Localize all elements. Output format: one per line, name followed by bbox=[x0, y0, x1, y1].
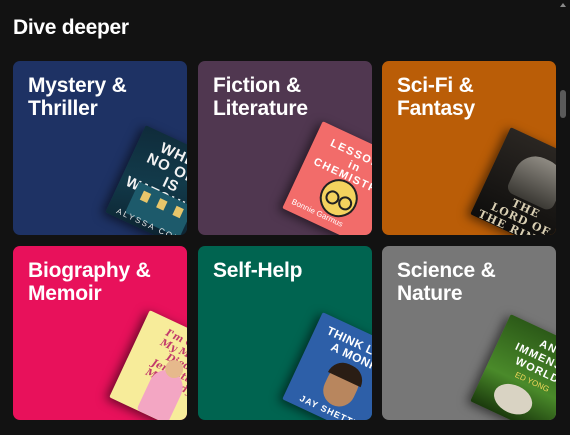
book-cover-lessons-in-chemistry: LESSONS in CHEMISTRY Bonnie Garmus bbox=[282, 121, 372, 235]
genre-card-label: Science & Nature bbox=[397, 259, 496, 305]
book-cover-lord-of-the-rings: THE LORD OF THE RINGS bbox=[470, 127, 556, 235]
book-cover-im-glad-my-mom-died: I'm Glad My Mom Died Jennette McCurdy bbox=[109, 310, 187, 420]
genre-card-biography-memoir[interactable]: Biography & Memoir I'm Glad My Mom Died … bbox=[13, 246, 187, 420]
book-cover-think-like-a-monk: THINK LIKE A MONK JAY SHETTY bbox=[282, 312, 372, 420]
scrollbar[interactable] bbox=[556, 0, 570, 435]
scrollbar-thumb[interactable] bbox=[560, 90, 566, 118]
book-cover-when-no-one-is-watching: WHEN NO ONE IS WATCHING ALYSSA COLE bbox=[105, 125, 187, 235]
genre-card-label: Sci-Fi & Fantasy bbox=[397, 74, 475, 120]
genre-card-label: Mystery & Thriller bbox=[28, 74, 127, 120]
section-title: Dive deeper bbox=[13, 16, 129, 39]
genre-card-fiction-literature[interactable]: Fiction & Literature LESSONS in CHEMISTR… bbox=[198, 61, 372, 235]
genre-card-label: Self-Help bbox=[213, 259, 303, 282]
genre-card-self-help[interactable]: Self-Help THINK LIKE A MONK JAY SHETTY bbox=[198, 246, 372, 420]
genre-card-mystery-thriller[interactable]: Mystery & Thriller WHEN NO ONE IS WATCHI… bbox=[13, 61, 187, 235]
book-cover-an-immense-world: AN IMMENSE WORLD ED YONG bbox=[470, 314, 556, 420]
genre-card-label: Biography & Memoir bbox=[28, 259, 151, 305]
genre-card-science-nature[interactable]: Science & Nature AN IMMENSE WORLD ED YON… bbox=[382, 246, 556, 420]
genre-card-label: Fiction & Literature bbox=[213, 74, 308, 120]
genre-grid: Mystery & Thriller WHEN NO ONE IS WATCHI… bbox=[13, 61, 556, 421]
genre-card-scifi-fantasy[interactable]: Sci-Fi & Fantasy THE LORD OF THE RINGS bbox=[382, 61, 556, 235]
scroll-up-arrow-icon[interactable] bbox=[560, 3, 566, 7]
